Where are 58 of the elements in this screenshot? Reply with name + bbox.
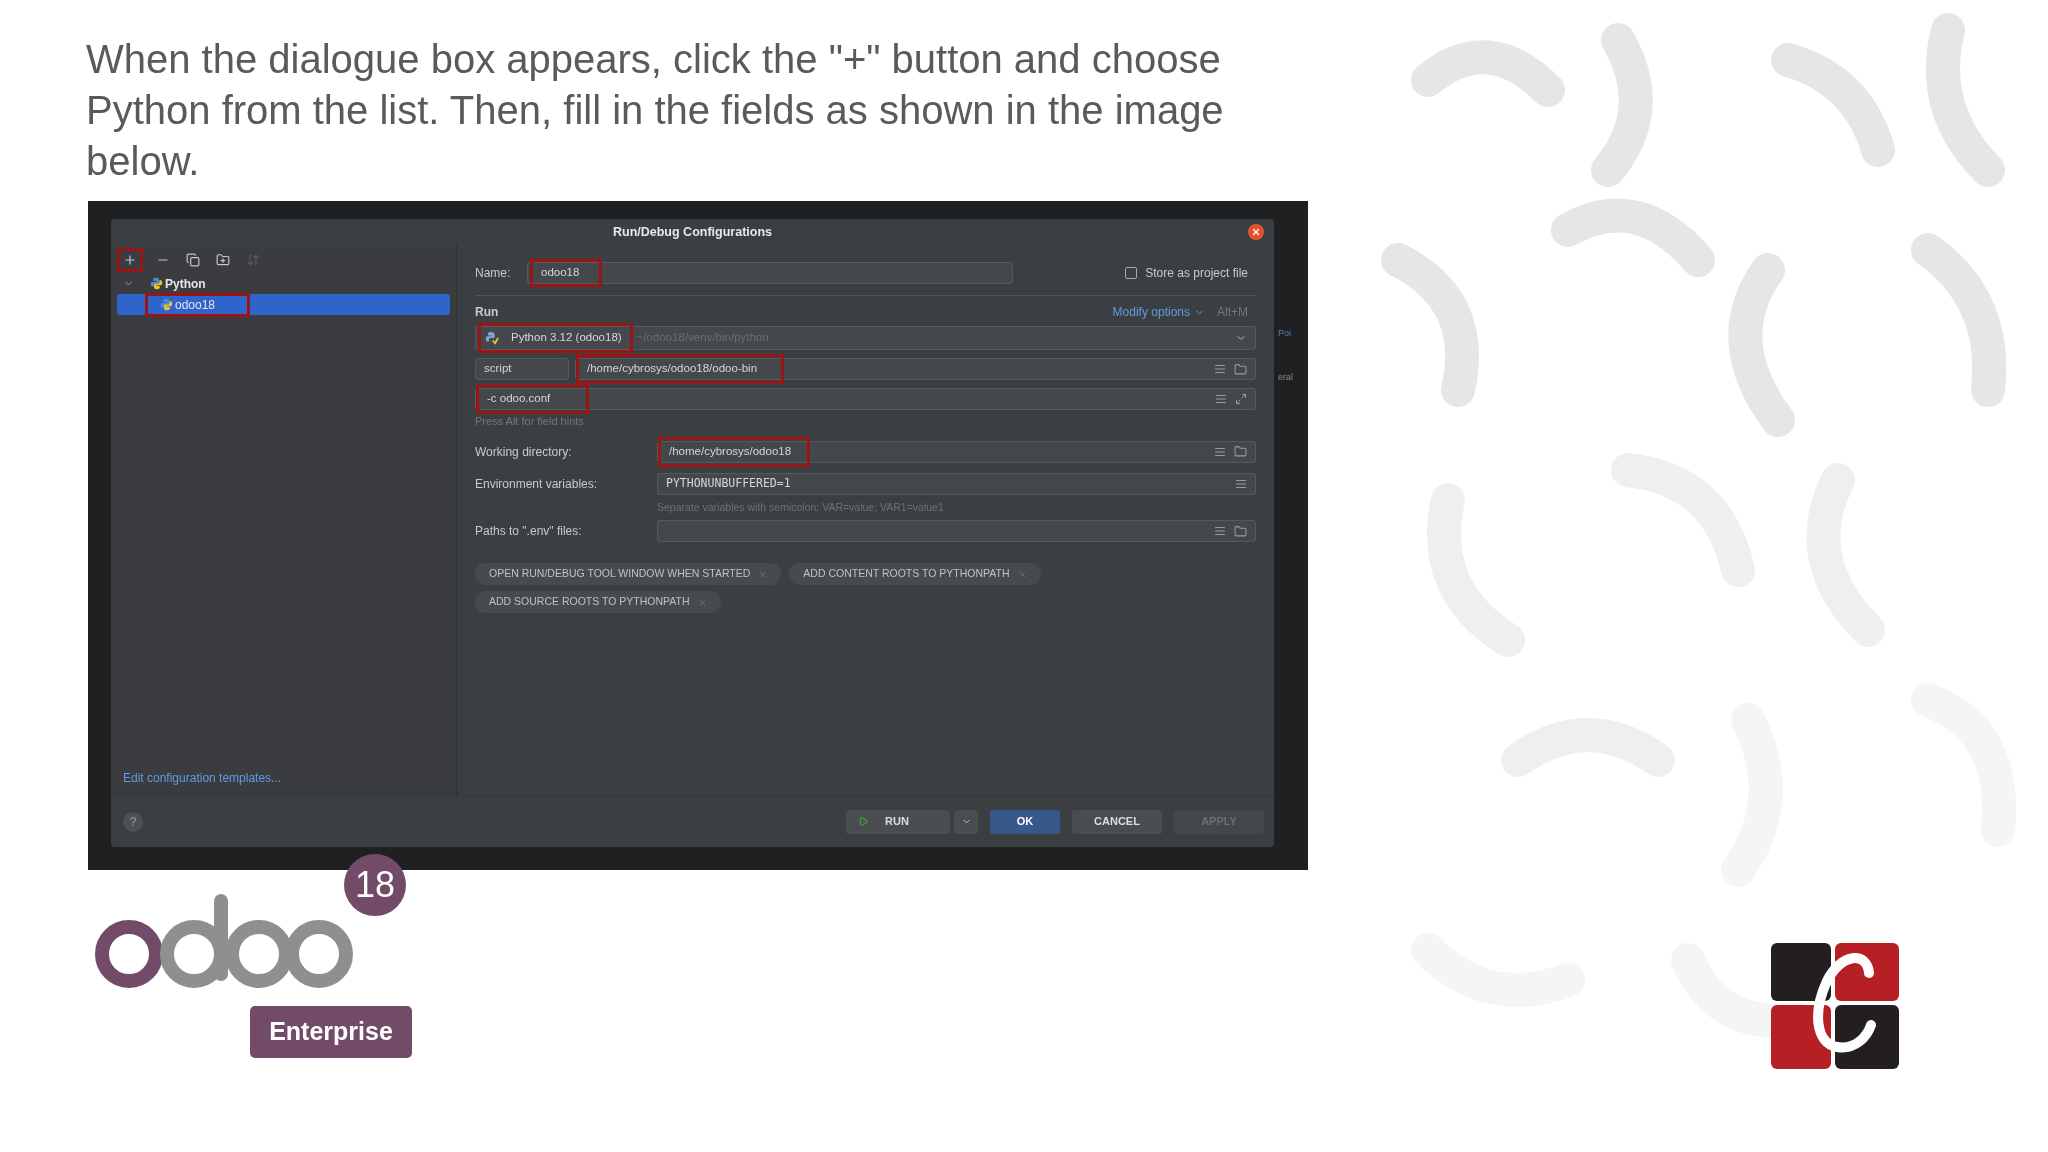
company-logo-icon [1771, 943, 1899, 1069]
shortcut-text: Alt+M [1217, 304, 1249, 321]
background-text: eral [1278, 370, 1293, 384]
dialog-title: Run/Debug Configurations [613, 223, 772, 241]
interpreter-name: Python 3.12 (odoo18) [511, 330, 622, 346]
close-icon [1251, 227, 1261, 237]
field-label: Environment variables: [475, 475, 599, 493]
tree-item[interactable]: odoo18 [117, 294, 450, 315]
expand-text-icon[interactable] [1214, 525, 1226, 538]
version-badge: 18 [344, 854, 406, 916]
instruction-text: When the dialogue box appears, click the "+" button and choose Python from the list. Then, fill in the fields as shown in the image below. [86, 36, 1225, 185]
background-text: Poi [1278, 327, 1292, 340]
option-chip[interactable]: ADD SOURCE ROOTS TO PYTHONPATH [475, 591, 721, 614]
tree-item-label: odoo18 [175, 296, 216, 314]
python-interpreter-icon [485, 331, 499, 345]
expand-text-icon[interactable] [1214, 445, 1226, 458]
field-value: PYTHONUNBUFFERED=1 [666, 474, 791, 492]
option-chip[interactable]: OPEN RUN/DEBUG TOOL WINDOW WHEN STARTED [475, 563, 782, 586]
python-icon [150, 277, 163, 290]
tree-item[interactable]: Python [117, 273, 450, 294]
dialog-button[interactable]: CANCEL [1072, 809, 1162, 834]
tree-item-label: Python [165, 275, 206, 293]
checkbox-label: Store as project file [1145, 265, 1248, 282]
field-value: odoo18 [541, 265, 580, 281]
name-field[interactable]: odoo18 [527, 262, 1013, 284]
expand-text-icon[interactable] [1214, 363, 1226, 375]
python-icon [160, 298, 173, 311]
modify-options-link[interactable]: Modify options [1112, 303, 1190, 321]
remove-icon[interactable] [758, 569, 768, 579]
text-field[interactable]: PYTHONUNBUFFERED=1 [657, 472, 1256, 495]
add-icon[interactable] [123, 253, 137, 267]
edit-templates-link[interactable]: Edit configuration templates... [117, 769, 450, 787]
copy-icon[interactable] [186, 253, 200, 267]
expand-text-icon[interactable] [1235, 477, 1247, 490]
field-label: Working directory: [475, 443, 573, 461]
folder-plus-icon[interactable] [216, 253, 230, 267]
expand-text-icon[interactable] [1215, 393, 1227, 405]
close-button[interactable] [1248, 224, 1264, 240]
section-heading: Run [475, 304, 499, 321]
run-button[interactable]: RUN [846, 809, 950, 834]
folder-icon[interactable] [1234, 524, 1247, 538]
script-type-dropdown[interactable]: script [475, 358, 569, 380]
folder-icon[interactable] [1234, 362, 1247, 376]
text-field[interactable] [657, 520, 1256, 543]
maximize-icon[interactable] [1235, 393, 1247, 405]
remove-icon[interactable] [697, 597, 707, 607]
field-value: /home/cybrosys/odoo18/odoo-bin [587, 361, 758, 377]
play-icon [858, 816, 869, 827]
field-label: Paths to ".env" files: [475, 523, 583, 541]
field-value: -c odoo.conf [487, 391, 551, 407]
folder-icon[interactable] [1234, 445, 1247, 458]
option-chip[interactable]: ADD CONTENT ROOTS TO PYTHONPATH [789, 563, 1041, 586]
remove-icon[interactable] [1017, 569, 1027, 579]
edition-badge: Enterprise [250, 1006, 412, 1058]
field-label: Name: [475, 265, 512, 282]
dialog-button[interactable]: OK [990, 809, 1060, 834]
checkbox[interactable] [1125, 267, 1138, 279]
field-value: /home/cybrosys/odoo18 [669, 443, 792, 459]
